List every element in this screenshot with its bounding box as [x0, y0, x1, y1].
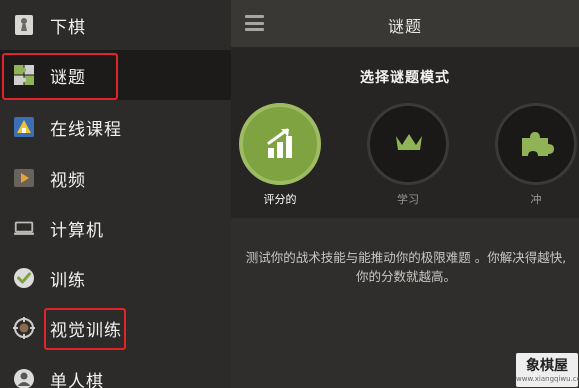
mode-learn-label: 学习 — [397, 193, 419, 206]
mode-rush-button[interactable] — [495, 103, 577, 185]
sidebar-item-solo[interactable]: 单人棋 — [0, 354, 231, 388]
sidebar-item-training[interactable]: 训练 — [0, 253, 231, 303]
mode-rush-label: 冲 — [530, 193, 542, 206]
sidebar-item-label: 单人棋 — [50, 371, 104, 388]
mode-rated-button[interactable] — [239, 103, 321, 185]
puzzle-piece-icon — [518, 130, 556, 162]
page-title: 谜题 — [387, 17, 422, 36]
highlight-box-puzzles — [2, 53, 118, 100]
mode-description: 测试你的战术技能与能推动你的极限难题 。你解决得越快,你的分数就越高。 — [245, 250, 567, 284]
sidebar-item-lessons[interactable]: 在线课程 — [0, 102, 231, 152]
highlight-box-vision — [44, 308, 126, 350]
main-content: 谜题 选择谜题模式 评分的 学习 冲 测试你的战术技能与能推动你的极限难题 。你… — [231, 0, 579, 388]
sidebar-item-play[interactable]: 下棋 — [0, 0, 231, 50]
sidebar-item-computer[interactable]: 计算机 — [0, 203, 231, 253]
sidebar-item-label: 视频 — [50, 170, 86, 191]
mode-heading: 选择谜题模式 — [360, 70, 450, 86]
watermark-text: 象棋屋 — [526, 358, 568, 374]
rated-chart-icon — [266, 128, 296, 164]
sidebar-item-label: 在线课程 — [50, 119, 122, 140]
crown-icon — [394, 132, 424, 158]
check-icon — [13, 267, 35, 289]
lesson-icon — [13, 116, 35, 138]
mode-rated-label: 评分的 — [263, 193, 297, 206]
video-icon — [13, 167, 35, 189]
pawn-icon — [13, 14, 35, 36]
top-bar: 谜题 — [231, 0, 579, 47]
puzzle-mode-panel: 选择谜题模式 评分的 学习 冲 — [231, 47, 579, 218]
target-icon — [13, 317, 35, 339]
sidebar-item-label: 计算机 — [50, 220, 104, 241]
watermark-url: www.xiangqiwu.com — [516, 375, 579, 383]
watermark-logo: 象棋屋 www.xiangqiwu.com — [516, 353, 579, 387]
person-icon — [13, 368, 35, 388]
sidebar: 下棋 谜题 在线课程 视频 计算机 训练 视觉训练 单人棋 — [0, 0, 231, 388]
mode-learn-button[interactable] — [367, 103, 449, 185]
sidebar-item-label: 训练 — [50, 270, 86, 291]
computer-icon — [13, 217, 35, 239]
sidebar-item-video[interactable]: 视频 — [0, 153, 231, 203]
sidebar-item-label: 下棋 — [50, 17, 86, 38]
